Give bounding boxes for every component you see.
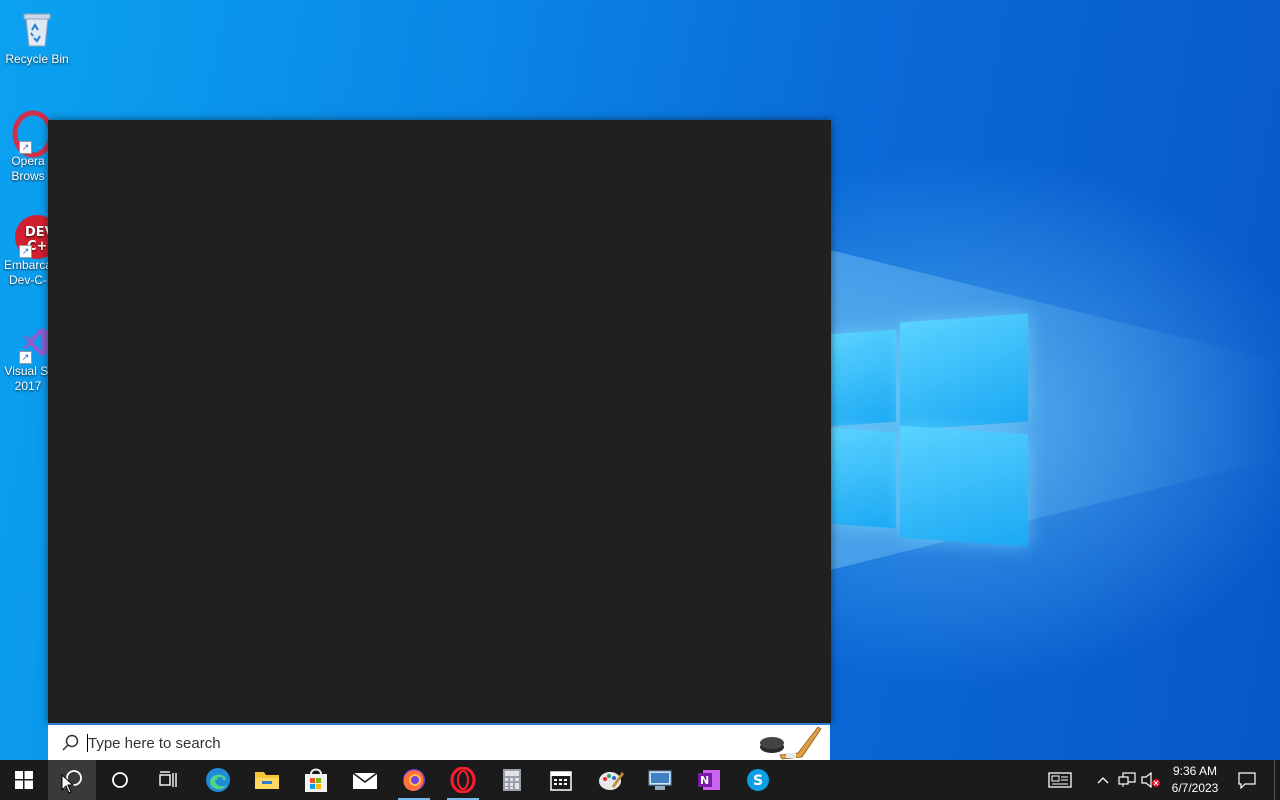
- taskbar-mail[interactable]: [341, 760, 389, 800]
- volume-button[interactable]: [1140, 760, 1162, 800]
- desktop-icon-label: Embarca Dev-C-: [3, 258, 53, 287]
- taskbar-network-app[interactable]: [636, 760, 684, 800]
- search-icon: [62, 734, 79, 751]
- cortana-button[interactable]: [96, 760, 144, 800]
- calculator-icon: [503, 769, 521, 791]
- shortcut-arrow-icon: ↗: [19, 245, 32, 258]
- taskbar-file-explorer[interactable]: [243, 760, 291, 800]
- news-interests-button[interactable]: [1040, 760, 1080, 800]
- search-placeholder: Type here to search: [88, 735, 221, 752]
- opera-icon: ↗: [7, 110, 54, 158]
- cortana-icon: [112, 772, 128, 788]
- clock[interactable]: 9:36 AM 6/7/2023: [1164, 763, 1226, 797]
- mail-icon: [352, 772, 378, 789]
- network-icon: [1118, 772, 1136, 787]
- chevron-up-icon: [1097, 777, 1109, 784]
- network-app-icon: [648, 770, 672, 790]
- taskbar-opera[interactable]: [439, 760, 487, 800]
- opera-icon: [450, 767, 476, 793]
- windows-start-icon: [15, 771, 33, 789]
- task-view-button[interactable]: [144, 760, 192, 800]
- volume-muted-icon: [1141, 772, 1160, 788]
- taskbar-onenote[interactable]: N: [685, 760, 733, 800]
- firefox-icon: [403, 769, 425, 791]
- action-center-button[interactable]: [1232, 760, 1262, 800]
- taskbar-calculator[interactable]: [488, 760, 536, 800]
- skype-icon: S: [747, 769, 769, 791]
- mouse-cursor-icon: [61, 774, 75, 794]
- news-icon: [1048, 772, 1072, 788]
- store-icon: [305, 768, 327, 792]
- svg-text:S: S: [753, 773, 763, 789]
- visual-studio-icon: ↗: [7, 320, 51, 364]
- taskbar-edge[interactable]: [194, 760, 242, 800]
- dev-cpp-icon: DEV C++ ↗: [7, 214, 59, 259]
- desktop-icon-recycle-bin[interactable]: Recycle Bin: [1, 8, 73, 67]
- show-hidden-icons-button[interactable]: [1092, 760, 1114, 800]
- desktop-icon-label: Recycle Bin: [5, 52, 69, 66]
- network-status-button[interactable]: [1116, 760, 1138, 800]
- paint-icon: [599, 772, 624, 790]
- taskbar-paint[interactable]: [587, 760, 635, 800]
- shortcut-arrow-icon: ↗: [19, 141, 32, 154]
- task-view-icon: [159, 771, 177, 787]
- taskbar: N S 9:36 AM 6/7/2023: [0, 760, 1280, 800]
- calendar-icon: [550, 771, 572, 791]
- clock-time: 9:36 AM: [1172, 764, 1218, 778]
- desktop-icon-label: Opera Brows: [11, 154, 45, 183]
- taskbar-firefox[interactable]: [390, 760, 438, 800]
- taskbar-calendar[interactable]: [537, 760, 585, 800]
- taskbar-skype[interactable]: S: [734, 760, 782, 800]
- desktop-icon-label: Visual St 2017: [4, 364, 52, 393]
- folder-icon: [255, 772, 279, 789]
- windows-logo-wallpaper: [830, 310, 1030, 550]
- start-button[interactable]: [0, 760, 48, 800]
- clock-date: 6/7/2023: [1171, 781, 1219, 795]
- edge-icon: [206, 768, 230, 792]
- recycle-bin-icon: [16, 8, 58, 50]
- shortcut-arrow-icon: ↗: [19, 351, 32, 364]
- onenote-icon: N: [698, 770, 720, 790]
- svg-text:N: N: [700, 774, 709, 787]
- search-flyout-panel: [48, 120, 831, 723]
- taskbar-store[interactable]: [292, 760, 340, 800]
- notification-icon: [1238, 772, 1256, 789]
- show-desktop-button[interactable]: [1274, 760, 1280, 800]
- search-highlight-hockey-icon: [760, 726, 822, 760]
- taskbar-search-box[interactable]: Type here to search: [48, 723, 830, 760]
